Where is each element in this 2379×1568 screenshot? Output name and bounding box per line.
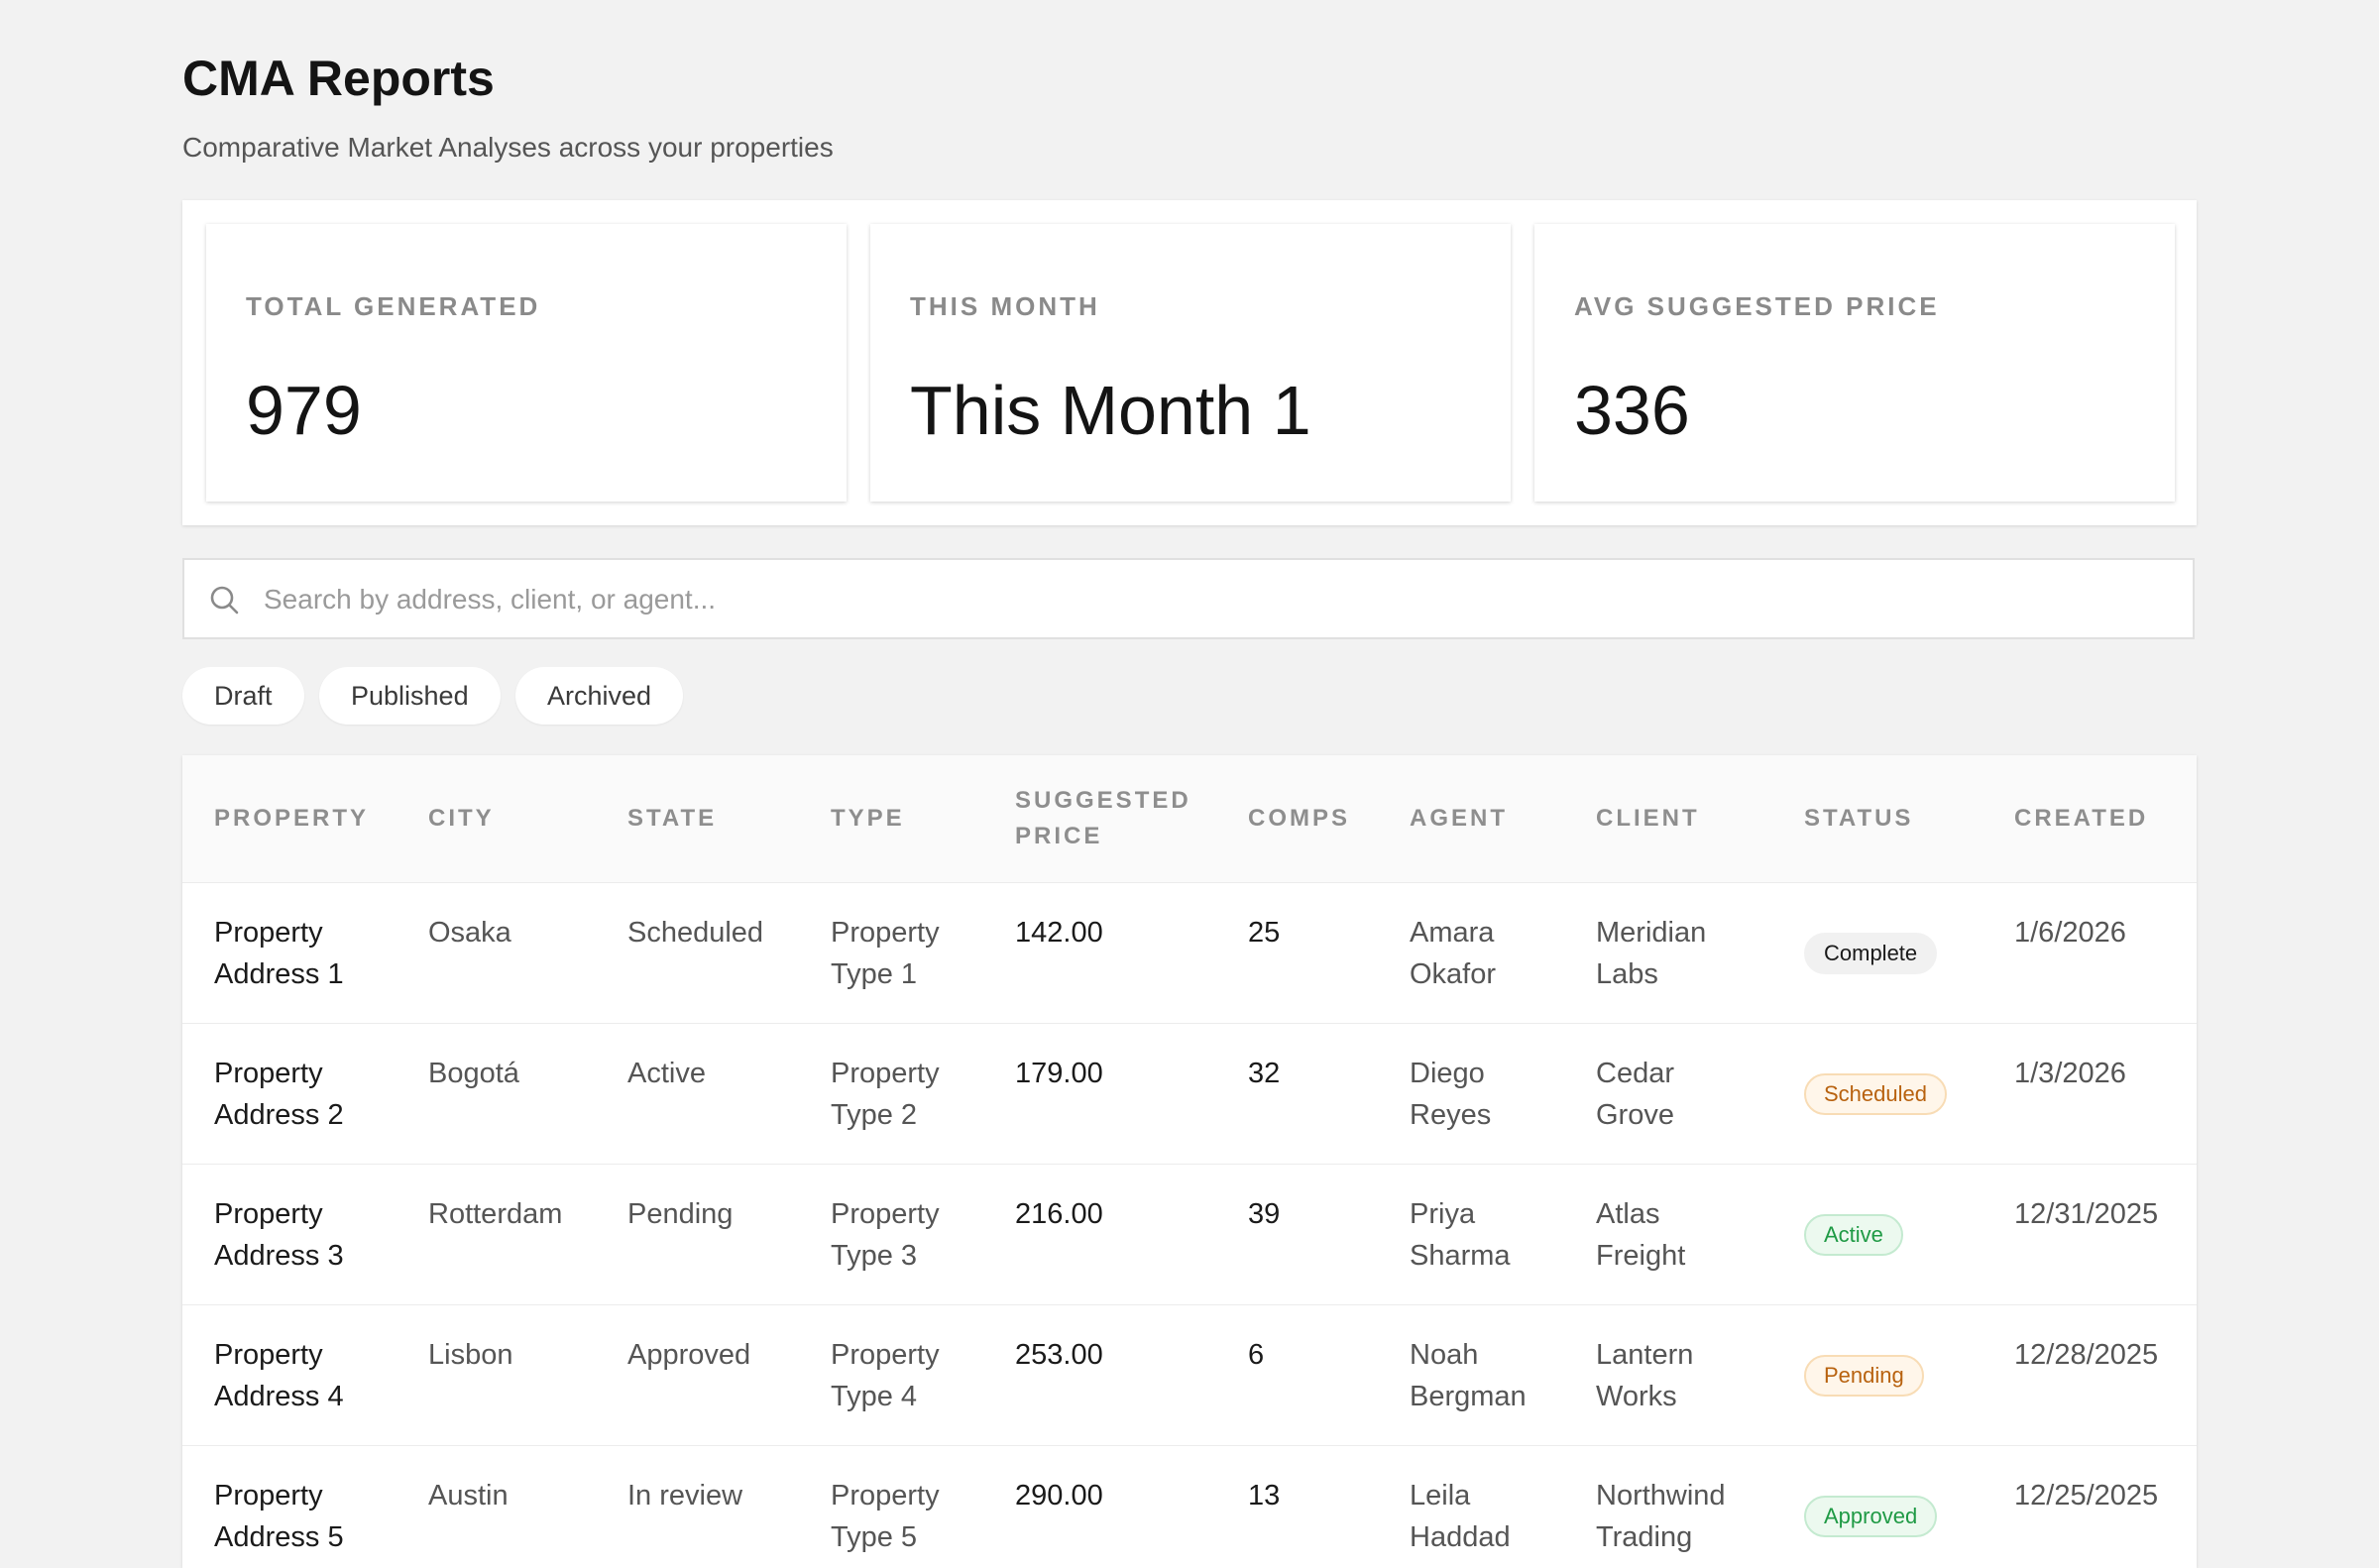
stat-card-avg-suggested-price: AVG SUGGESTED PRICE 336 [1534, 224, 2175, 502]
cell-property: Property Address 3 [214, 1198, 344, 1272]
cell-type: Property Type 1 [831, 917, 940, 990]
filter-chip-draft[interactable]: Draft [182, 667, 304, 725]
cell-state: Pending [627, 1198, 734, 1230]
cell-client: Northwind Trading [1596, 1480, 1726, 1553]
table-row[interactable]: Property Address 1 Osaka Scheduled Property… [182, 882, 2197, 1024]
cell-suggested-price: 290.00 [1015, 1480, 1103, 1512]
table-row[interactable]: Property Address 2 Bogotá Active Property T… [182, 1023, 2197, 1165]
cell-comps: 32 [1248, 1058, 1281, 1089]
cell-city: Osaka [428, 917, 511, 949]
status-badge: Scheduled [1804, 1073, 1947, 1115]
cell-agent: Priya Sharma [1410, 1198, 1511, 1272]
stat-label: THIS MONTH [910, 291, 1100, 321]
cell-city: Bogotá [428, 1058, 519, 1089]
cell-client: Lantern Works [1596, 1339, 1694, 1412]
table-header: PROPERTY CITY STATE TYPE SUGGESTED PRICE… [182, 755, 2197, 882]
cell-agent: Amara Okafor [1410, 917, 1497, 990]
table-row[interactable]: Property Address 4 Lisbon Approved Property… [182, 1304, 2197, 1446]
column-header-state[interactable]: STATE [627, 801, 717, 837]
cell-state: Approved [627, 1339, 751, 1371]
cell-state: Scheduled [627, 917, 764, 949]
cell-suggested-price: 142.00 [1015, 917, 1103, 949]
cell-created: 12/25/2025 [2014, 1480, 2159, 1512]
column-header-created[interactable]: CREATED [2014, 801, 2148, 837]
filter-chip-published[interactable]: Published [319, 667, 501, 725]
cell-state: Active [627, 1058, 706, 1089]
status-badge: Active [1804, 1214, 1903, 1256]
status-badge: Approved [1804, 1496, 1938, 1537]
page-subtitle: Comparative Market Analyses across your … [182, 132, 834, 163]
cell-client: Meridian Labs [1596, 917, 1707, 990]
cell-suggested-price: 253.00 [1015, 1339, 1103, 1371]
cell-created: 12/28/2025 [2014, 1339, 2159, 1371]
stat-label: AVG SUGGESTED PRICE [1574, 291, 1940, 321]
cell-property: Property Address 1 [214, 917, 344, 990]
search-input[interactable] [262, 560, 2149, 639]
cell-city: Rotterdam [428, 1198, 563, 1230]
column-header-type[interactable]: TYPE [831, 801, 905, 837]
stat-card-total-generated: TOTAL GENERATED 979 [206, 224, 847, 502]
cell-client: Cedar Grove [1596, 1058, 1674, 1131]
cell-client: Atlas Freight [1596, 1198, 1686, 1272]
status-badge: Complete [1804, 933, 1938, 974]
column-header-agent[interactable]: AGENT [1410, 801, 1508, 837]
stat-value: 336 [1574, 372, 1690, 449]
stat-card-this-month: THIS MONTH This Month 1 [870, 224, 1511, 502]
table-row[interactable]: Property Address 3 Rotterdam Pending Proper… [182, 1164, 2197, 1305]
cell-created: 1/6/2026 [2014, 917, 2126, 949]
cell-agent: Leila Haddad [1410, 1480, 1511, 1553]
cell-property: Property Address 4 [214, 1339, 344, 1412]
cell-created: 12/31/2025 [2014, 1198, 2159, 1230]
search-icon [210, 586, 239, 615]
cell-type: Property Type 5 [831, 1480, 940, 1553]
cell-comps: 25 [1248, 917, 1281, 949]
column-header-status[interactable]: STATUS [1804, 801, 1913, 837]
cell-type: Property Type 3 [831, 1198, 940, 1272]
column-header-property[interactable]: PROPERTY [214, 801, 369, 837]
column-header-suggested-price[interactable]: SUGGESTED PRICE [1015, 783, 1203, 854]
stat-value: 979 [246, 372, 362, 449]
stats-panel: TOTAL GENERATED 979 THIS MONTH This Mont… [182, 200, 2197, 525]
cell-suggested-price: 216.00 [1015, 1198, 1103, 1230]
stat-value: This Month 1 [910, 372, 1311, 449]
cell-agent: Diego Reyes [1410, 1058, 1492, 1131]
column-header-comps[interactable]: COMPS [1248, 801, 1350, 837]
column-header-city[interactable]: CITY [428, 801, 495, 837]
cma-reports-table: PROPERTY CITY STATE TYPE SUGGESTED PRICE… [182, 755, 2197, 1568]
cell-comps: 13 [1248, 1480, 1281, 1512]
cell-comps: 6 [1248, 1339, 1265, 1371]
column-header-client[interactable]: CLIENT [1596, 801, 1700, 837]
cell-property: Property Address 5 [214, 1480, 344, 1553]
cell-type: Property Type 2 [831, 1058, 940, 1131]
status-badge: Pending [1804, 1355, 1924, 1397]
page-title: CMA Reports [182, 51, 495, 106]
cell-city: Lisbon [428, 1339, 513, 1371]
cell-suggested-price: 179.00 [1015, 1058, 1103, 1089]
cell-type: Property Type 4 [831, 1339, 940, 1412]
cell-state: In review [627, 1480, 743, 1512]
cell-created: 1/3/2026 [2014, 1058, 2126, 1089]
cell-property: Property Address 2 [214, 1058, 344, 1131]
stat-label: TOTAL GENERATED [246, 291, 541, 321]
filter-chip-archived[interactable]: Archived [515, 667, 684, 725]
cell-agent: Noah Bergman [1410, 1339, 1527, 1412]
search-bar [182, 558, 2195, 639]
cell-comps: 39 [1248, 1198, 1281, 1230]
table-row[interactable]: Property Address 5 Austin In review Propert… [182, 1445, 2197, 1568]
cell-city: Austin [428, 1480, 509, 1512]
